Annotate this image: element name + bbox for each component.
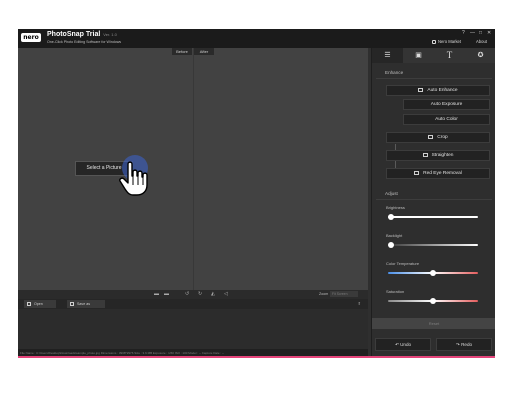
title-bar: nero PhotoSnap Trial Ver. 1.0 One-Click P… <box>18 29 495 48</box>
after-label[interactable]: After <box>194 48 214 55</box>
nero-market-link[interactable]: Nero Market <box>432 39 461 44</box>
undo-label: Undo <box>400 342 412 347</box>
adjust-divider <box>376 199 492 200</box>
photo-canvas[interactable]: Before After Select a Picture <box>18 48 368 290</box>
eye-icon <box>414 171 420 175</box>
app-window: nero PhotoSnap Trial Ver. 1.0 One-Click P… <box>18 29 495 357</box>
save-as-label: Save as <box>77 302 90 306</box>
red-eye-label: Red Eye Removal <box>423 171 462 176</box>
saturation-slider[interactable] <box>388 298 478 304</box>
save-icon <box>70 302 74 306</box>
app-title: PhotoSnap Trial Ver. 1.0 <box>47 31 117 38</box>
open-label: Open <box>34 302 43 306</box>
help-icon[interactable]: ? <box>462 30 465 36</box>
app-subtitle: One-Click Photo Editing Software for Win… <box>47 40 122 44</box>
rotate-left-icon[interactable]: ↺ <box>185 292 189 297</box>
crop-icon <box>428 135 434 139</box>
auto-color-button[interactable]: Auto Color <box>403 114 490 125</box>
market-icon <box>432 40 436 44</box>
adjust-tab-icon[interactable]: ☰ <box>372 48 403 63</box>
crop-button[interactable]: Crop <box>386 132 490 143</box>
nero-logo: nero <box>21 33 41 42</box>
brightness-slider[interactable] <box>387 214 478 220</box>
minimize-icon[interactable]: — <box>470 30 475 36</box>
before-after-divider <box>193 48 194 290</box>
magic-wand-icon <box>418 88 424 92</box>
brightness-label: Brightness <box>386 205 405 210</box>
auto-enhance-button[interactable]: Auto Enhance <box>386 85 490 96</box>
redo-label: Redo <box>461 342 473 347</box>
zoom-select[interactable]: Fit Screen <box>330 291 358 297</box>
effects-tab-icon[interactable]: ✪ <box>465 48 495 63</box>
collapse-strip-icon[interactable]: ⇑ <box>358 301 361 306</box>
image-tab-icon[interactable]: ▣ <box>403 48 434 63</box>
rotate-right-icon[interactable]: ↻ <box>198 292 202 297</box>
red-eye-removal-button[interactable]: Red Eye Removal <box>386 168 490 179</box>
single-view-icon[interactable]: ▬ <box>154 292 159 297</box>
maximize-icon[interactable]: □ <box>479 30 482 36</box>
flip-vertical-icon[interactable]: ◁ <box>224 292 228 297</box>
saturation-label: Saturation <box>386 289 405 294</box>
reset-button[interactable]: Reset <box>372 318 495 329</box>
color-temperature-slider[interactable] <box>388 270 478 276</box>
straighten-label: Straighten <box>431 153 454 158</box>
hand-cursor-icon <box>119 161 148 196</box>
enhance-heading: Enhance <box>385 70 404 75</box>
before-label[interactable]: Before <box>172 48 192 55</box>
panel-tabs: ☰ ▣ T ✪ <box>372 48 495 63</box>
backlight-slider[interactable] <box>387 242 478 248</box>
enhance-divider <box>376 78 492 79</box>
backlight-thumb[interactable] <box>387 242 394 248</box>
redo-button[interactable]: ↷ Redo <box>436 338 492 351</box>
saturation-thumb[interactable] <box>430 298 436 304</box>
close-icon[interactable]: ✕ <box>487 30 491 36</box>
straighten-icon <box>422 153 428 157</box>
crop-label: Crop <box>437 135 448 140</box>
accent-line <box>18 356 495 358</box>
edit-panel: ☰ ▣ T ✪ Enhance Auto Enhance Auto Exposu… <box>371 48 495 357</box>
auto-exposure-button[interactable]: Auto Exposure <box>403 99 490 110</box>
compare-view-icon[interactable]: ▬ <box>164 292 169 297</box>
straighten-button[interactable]: Straighten <box>386 150 490 161</box>
open-icon <box>27 302 31 306</box>
canvas-toolbar: ▬ ▬ ↺ ↻ ◭ ◁ Zoom Fit Screen <box>18 290 368 299</box>
zoom-label: Zoom <box>319 292 329 296</box>
thumbnail-strip[interactable] <box>18 309 368 349</box>
undo-button[interactable]: ↶ Undo <box>375 338 431 351</box>
nero-market-label: Nero Market <box>438 39 462 44</box>
about-link[interactable]: About <box>476 39 487 44</box>
app-version: Ver. 1.0 <box>103 32 117 37</box>
adjust-heading: Adjust <box>385 191 398 196</box>
brightness-thumb[interactable] <box>387 214 394 220</box>
auto-enhance-label: Auto Enhance <box>427 88 458 93</box>
save-as-button[interactable]: Save as <box>67 300 105 308</box>
open-button[interactable]: Open <box>24 300 56 308</box>
flip-horizontal-icon[interactable]: ◭ <box>211 292 215 297</box>
color-temperature-label: Color Temperature <box>386 261 420 266</box>
color-temperature-thumb[interactable] <box>430 270 436 276</box>
text-tab-icon[interactable]: T <box>434 48 465 63</box>
file-bar: Open Save as ⇑ <box>18 299 368 309</box>
app-title-text: PhotoSnap Trial <box>47 31 101 38</box>
backlight-label: Backlight <box>386 233 403 238</box>
